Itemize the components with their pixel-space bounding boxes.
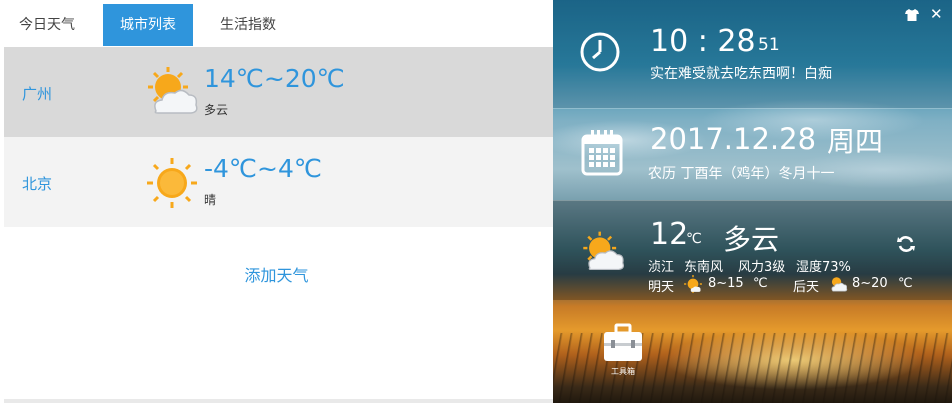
- tshirt-icon[interactable]: [905, 9, 919, 21]
- time-seconds: 51: [758, 35, 780, 55]
- humidity: 湿度73%: [796, 260, 851, 275]
- city-temp-range: -4℃~4℃: [204, 154, 322, 183]
- toolbox-icon: [604, 323, 642, 361]
- current-condition: 多云: [723, 223, 780, 256]
- clock-icon: [580, 32, 620, 72]
- calendar-icon: [581, 130, 623, 176]
- section-divider: [553, 200, 952, 201]
- wind-level: 风力3级: [738, 260, 786, 275]
- section-divider: [553, 108, 952, 109]
- tab-bar: 今日天气 城市列表 生活指数: [0, 0, 553, 46]
- weekday-text: 周四: [827, 125, 884, 158]
- tomorrow-temp-range: 8~15: [708, 276, 744, 291]
- city-condition: 多云: [204, 103, 229, 117]
- tab-today-weather[interactable]: 今日天气: [4, 4, 90, 46]
- tomorrow-temp-unit: ℃: [753, 276, 768, 291]
- current-temp: 12: [650, 217, 689, 252]
- time-hours-minutes: 10 : 28: [650, 24, 756, 59]
- weather-info-panel: ✕ 10 : 28 51 实在难受就去吃东西啊！白痴 2017.12.28 周四…: [553, 0, 952, 403]
- refresh-icon[interactable]: [896, 234, 916, 254]
- toolbox-label: 工具箱: [611, 367, 635, 376]
- close-icon[interactable]: ✕: [930, 5, 943, 23]
- day-after-temp-unit: ℃: [898, 276, 913, 291]
- partly-cloudy-icon: [148, 67, 198, 114]
- city-name: 北京: [22, 175, 53, 193]
- day-after-label: 后天: [793, 280, 820, 295]
- day-after-temp-range: 8~20: [852, 276, 888, 291]
- city-row-guangzhou[interactable]: 广州 14℃~20℃ 多云: [4, 47, 553, 137]
- tab-city-list[interactable]: 城市列表: [103, 4, 193, 46]
- wind-direction: 东南风: [684, 260, 724, 275]
- partly-cloudy-icon: [583, 231, 624, 271]
- tab-life-index[interactable]: 生活指数: [203, 4, 293, 46]
- toolbox-button[interactable]: 工具箱: [600, 323, 646, 379]
- city-temp-range: 14℃~20℃: [204, 64, 345, 93]
- city-name: 广州: [22, 85, 53, 103]
- location: 浈江: [648, 260, 675, 275]
- city-list-panel: 今日天气 城市列表 生活指数 广州 14℃~20℃ 多云 北京 -4℃~4℃ 晴…: [0, 0, 553, 403]
- bottom-divider: [4, 399, 553, 403]
- city-row-beijing[interactable]: 北京 -4℃~4℃ 晴: [4, 137, 553, 227]
- sunny-icon: [147, 158, 197, 208]
- clock-message: 实在难受就去吃东西啊！白痴: [650, 66, 832, 82]
- add-weather-link[interactable]: 添加天气: [0, 262, 553, 286]
- current-temp-unit: ℃: [686, 231, 702, 247]
- city-condition: 晴: [204, 193, 217, 207]
- date-text: 2017.12.28: [650, 122, 817, 156]
- tomorrow-label: 明天: [648, 280, 675, 295]
- partly-cloudy-icon: [831, 277, 848, 292]
- sunny-icon: [684, 275, 702, 293]
- lunar-date: 农历 丁酉年（鸡年）冬月十一: [648, 166, 835, 182]
